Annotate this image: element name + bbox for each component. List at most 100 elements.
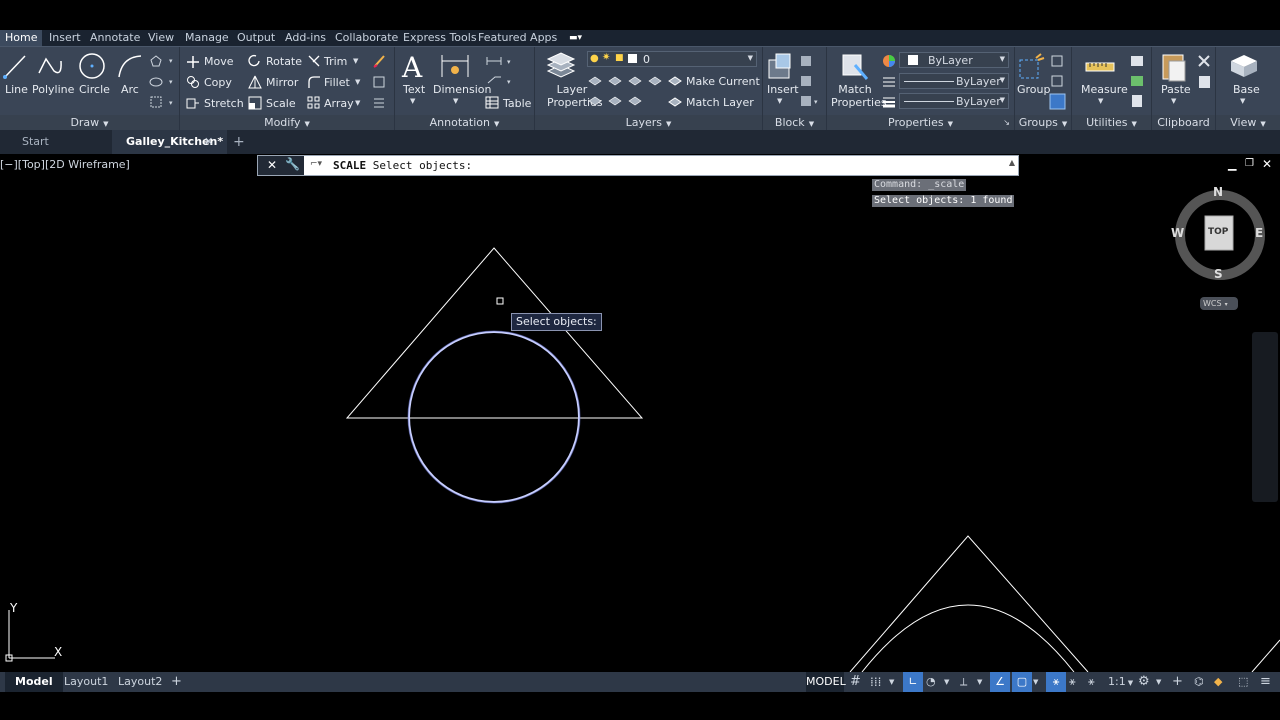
line-button[interactable]: Line	[5, 83, 28, 96]
view-cube[interactable]: TOP N S E W	[1170, 185, 1270, 285]
close-window-icon[interactable]: ✕	[1262, 157, 1272, 171]
history-toggle-icon[interactable]: ▲	[1009, 158, 1015, 167]
insert-button[interactable]: Insert	[767, 83, 799, 96]
scale-button[interactable]: Scale	[266, 97, 296, 110]
polar-dropdown-icon[interactable]: ▼	[944, 672, 949, 692]
minimize-icon[interactable]: ▁	[1228, 158, 1236, 171]
tab-galley-kitchen[interactable]: Galley_Kitchen* ✕	[112, 130, 227, 154]
group-tools-icons[interactable]	[1049, 53, 1069, 113]
compass-e[interactable]: E	[1255, 226, 1263, 240]
text-button[interactable]: Text	[403, 83, 425, 96]
wrench-icon[interactable]: 🔧	[285, 157, 300, 171]
utility-tools-icons[interactable]	[1128, 53, 1148, 113]
arc-button[interactable]: Arc	[121, 83, 139, 96]
workspace-dropdown-icon[interactable]: ▼	[1156, 672, 1161, 692]
tab-add-ins[interactable]: Add-ins	[280, 30, 331, 46]
measure-icon[interactable]	[1084, 55, 1116, 79]
fullscreen-icon[interactable]: ⬚	[1238, 672, 1248, 692]
panel-title-properties[interactable]: Properties ▼ ↘	[827, 115, 1014, 131]
copy-button[interactable]: Copy	[204, 76, 232, 89]
layer-properties-icon[interactable]	[546, 51, 576, 81]
navigation-bar[interactable]	[1252, 332, 1278, 502]
drawing-svg[interactable]	[0, 154, 1280, 672]
dimension-icon[interactable]	[439, 53, 471, 79]
match-properties-icon[interactable]	[841, 51, 869, 81]
tab-layout1[interactable]: Layout1	[64, 672, 108, 692]
stretch-button[interactable]: Stretch	[204, 97, 244, 110]
panel-title-clipboard[interactable]: Clipboard	[1152, 115, 1215, 131]
polyline-icon[interactable]	[36, 53, 64, 79]
object-snap-icon[interactable]: ▢	[1012, 672, 1032, 692]
add-layout-icon[interactable]: +	[171, 672, 182, 692]
annotation-visibility-icon[interactable]: ⚹	[1046, 672, 1066, 692]
command-line[interactable]: ✕ 🔧 ⌐▾ SCALE Select objects: ▲	[257, 155, 1019, 176]
panel-title-modify[interactable]: Modify ▼	[180, 115, 394, 131]
hardware-acceleration-icon[interactable]: ◆	[1214, 672, 1222, 692]
annotation-scale-icon[interactable]: ⚹	[1088, 672, 1095, 692]
tab-layout2[interactable]: Layout2	[118, 672, 162, 692]
tab-model[interactable]: Model	[5, 672, 63, 692]
restore-icon[interactable]: ❐	[1245, 158, 1254, 169]
recent-commands-icon[interactable]: ⌐▾	[310, 159, 322, 169]
array-button[interactable]: Array	[324, 97, 354, 110]
new-tab-icon[interactable]: +	[233, 130, 245, 154]
panel-title-layers[interactable]: Layers ▼	[535, 115, 762, 131]
explode-icon[interactable]	[371, 74, 387, 90]
panel-title-draw[interactable]: Draw ▼	[0, 115, 179, 131]
close-icon[interactable]: ✕	[267, 158, 277, 172]
annotation-monitor-icon[interactable]: +	[1172, 672, 1183, 692]
trim-dropdown-icon[interactable]: ▼	[353, 57, 358, 65]
rotate-button[interactable]: Rotate	[266, 55, 302, 68]
tab-annotate[interactable]: Annotate	[85, 30, 145, 46]
block-tools-icons[interactable]: ▾	[798, 53, 822, 113]
table-button[interactable]: Table	[503, 97, 531, 110]
ucs-menu[interactable]: WCS ▾	[1200, 297, 1238, 310]
fillet-button[interactable]: Fillet	[324, 76, 350, 89]
dimension-button[interactable]: Dimension	[433, 83, 491, 96]
color-dropdown[interactable]: ByLayer ▼	[899, 52, 1009, 68]
isodraft-icon[interactable]: ⟂	[960, 672, 967, 692]
paste-icon[interactable]	[1160, 51, 1188, 83]
autoscale-icon[interactable]: ⚹	[1069, 672, 1076, 692]
compass-s[interactable]: S	[1214, 267, 1223, 281]
tab-insert[interactable]: Insert	[44, 30, 86, 46]
units-icon[interactable]: ⌬	[1194, 672, 1204, 692]
panel-title-block[interactable]: Block ▼	[763, 115, 826, 131]
layer-tools-icons[interactable]	[587, 73, 667, 111]
tab-manage[interactable]: Manage	[180, 30, 234, 46]
line-icon[interactable]	[3, 53, 27, 79]
array-dropdown-icon[interactable]: ▼	[355, 99, 360, 107]
model-space-button[interactable]: MODEL	[806, 672, 846, 692]
close-icon[interactable]: ✕	[204, 130, 213, 154]
polar-icon[interactable]: ◔	[926, 672, 936, 692]
ortho-icon[interactable]: ∟	[903, 672, 923, 692]
circle-button[interactable]: Circle	[79, 83, 110, 96]
tab-overflow-icon[interactable]: ▬▾	[564, 30, 587, 46]
clipboard-tools-icons[interactable]	[1196, 53, 1214, 93]
layer-dropdown[interactable]: ● ✷ ■ 0 ▼	[587, 51, 757, 67]
insert-block-icon[interactable]	[766, 52, 794, 82]
draw-extra-icons[interactable]: ▾ ▾ ▾	[148, 53, 178, 113]
tab-start[interactable]: Start	[22, 130, 49, 154]
base-view-icon[interactable]	[1228, 53, 1260, 79]
panel-title-view[interactable]: View ▼	[1216, 115, 1280, 131]
snap-icon[interactable]: ⁞⁞⁞	[870, 672, 881, 692]
command-prompt[interactable]: SCALE Select objects:	[333, 159, 472, 172]
trim-button[interactable]: Trim	[324, 55, 347, 68]
osnap-dropdown-icon[interactable]: ▼	[1033, 672, 1038, 692]
tab-home[interactable]: Home	[0, 30, 43, 46]
mirror-button[interactable]: Mirror	[266, 76, 298, 89]
compass-n[interactable]: N	[1213, 185, 1223, 199]
snap-dropdown-icon[interactable]: ▼	[889, 672, 894, 692]
tab-collaborate[interactable]: Collaborate	[330, 30, 403, 46]
erase-icon[interactable]	[372, 53, 388, 69]
text-icon[interactable]: A	[400, 51, 424, 81]
fillet-dropdown-icon[interactable]: ▼	[355, 78, 360, 86]
paste-button[interactable]: Paste	[1161, 83, 1191, 96]
view-cube-top[interactable]: TOP	[1208, 227, 1228, 237]
panel-title-annotation[interactable]: Annotation ▼	[395, 115, 534, 131]
object-snap-tracking-icon[interactable]: ∠	[990, 672, 1010, 692]
customize-icon[interactable]: ≡	[1260, 672, 1271, 692]
gear-icon[interactable]: ⚙	[1138, 672, 1150, 692]
annotation-leader-icons[interactable]: ▾▾	[485, 53, 515, 93]
